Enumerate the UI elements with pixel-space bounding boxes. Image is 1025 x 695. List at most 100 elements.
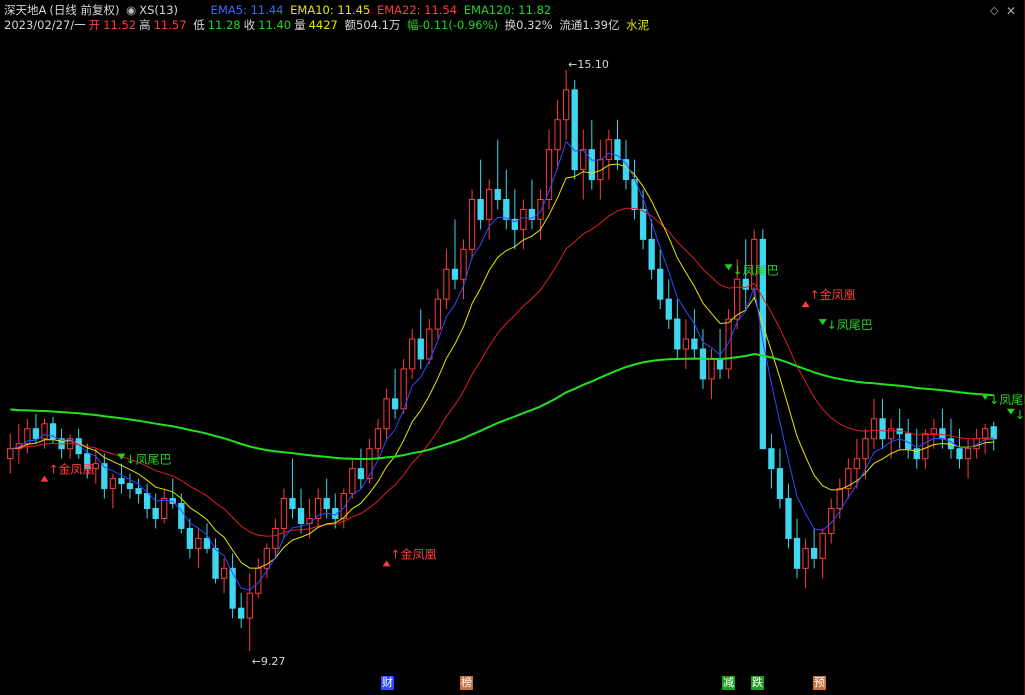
candle-up (349, 468, 356, 495)
indicator-name[interactable]: XS(13) (139, 3, 178, 17)
candle-down (793, 537, 801, 569)
forecast-badge[interactable]: 预 (813, 676, 826, 690)
candle-up (383, 398, 390, 430)
candle-down (391, 398, 399, 410)
candle-down (657, 268, 664, 300)
candle-up (246, 592, 253, 619)
candle-up (400, 368, 407, 410)
ranking-badge[interactable]: 榜 (460, 676, 473, 690)
candle-down (297, 508, 305, 524)
candle-up (930, 428, 938, 435)
candle-up (708, 358, 715, 380)
down-arrow-icon (724, 264, 733, 271)
finance-badge[interactable]: 财 (381, 676, 394, 690)
candle-up (853, 458, 861, 470)
candle-up (982, 428, 989, 440)
candle-down (776, 468, 784, 500)
max-price-label: ←15.10 (568, 58, 609, 71)
candle-down (622, 159, 630, 181)
close-label: 收 (243, 18, 256, 32)
candle-up (486, 189, 493, 220)
volume-value: 4427 (308, 18, 338, 32)
ema10-value: EMA10: 11.45 (290, 3, 371, 17)
candle-down (143, 493, 151, 510)
candle-down (186, 527, 194, 549)
candle-up (374, 428, 382, 450)
candle-up (819, 532, 826, 559)
drop-badge[interactable]: 跌 (751, 676, 764, 690)
sector-label[interactable]: 水泥 (626, 18, 649, 32)
candle-down (212, 547, 219, 579)
period-label[interactable]: (日线 前复权) (49, 3, 119, 17)
candle-down (152, 508, 159, 519)
candle-down (785, 498, 792, 539)
candle-down (178, 503, 185, 529)
up-arrow-icon (801, 301, 810, 308)
candle-up (443, 268, 450, 300)
candle-up (161, 498, 168, 519)
header-line-2: 2023/02/27/一开 11.52 高 11.57 低 11.28 收 11.40 量 44… (4, 18, 652, 32)
candle-down (879, 418, 886, 440)
candle-up (426, 328, 433, 360)
candle-down (503, 198, 510, 220)
candle-down (648, 238, 655, 270)
candle-down (135, 488, 142, 495)
candle-down (699, 348, 707, 380)
close-icon[interactable]: ✕ (1006, 5, 1018, 17)
candle-down (118, 478, 125, 485)
open-value: 11.52 (103, 18, 137, 32)
close-value: 11.40 (258, 18, 292, 32)
down-arrow-icon (981, 393, 990, 400)
candle-down (674, 318, 681, 350)
candle-up (7, 448, 14, 460)
candle-down (238, 607, 245, 619)
candle-up (836, 488, 843, 510)
signal-label: ↓凤尾巴 (733, 263, 779, 277)
down-arrow-icon (818, 319, 827, 326)
candle-down (451, 268, 459, 280)
ema120-value: EMA120: 11.82 (463, 3, 552, 17)
candle-up (195, 537, 202, 549)
candle-up (280, 498, 288, 529)
diamond-icon[interactable]: ◇ (990, 5, 1002, 17)
candle-up (964, 448, 972, 460)
candle-up (306, 517, 313, 524)
dropdown-icon[interactable]: ◉ (126, 3, 136, 17)
candle-up (682, 338, 690, 350)
candle-down (588, 149, 595, 181)
candle-down (571, 89, 578, 171)
candle-down (32, 428, 40, 440)
candle-down (768, 448, 775, 470)
amount-value: 额504.1万 (344, 18, 401, 32)
candle-down (357, 468, 365, 480)
up-arrow-icon (382, 560, 391, 567)
candle-down (956, 448, 963, 460)
candle-up (366, 448, 373, 480)
candle-down (289, 498, 296, 510)
open-label: 开 (88, 18, 101, 32)
chart-frame: ←15.10←9.27↑金凤凰↓凤尾巴↑金凤凰↓凤尾巴↑金凤凰↓凤尾巴↓凤尾巴↓… (0, 0, 1025, 695)
candle-up (460, 248, 467, 280)
candle-up (605, 139, 613, 161)
high-value: 11.57 (153, 18, 187, 32)
header-line-1: 深天地A (日线 前复权) ◉ XS(13) EMA5: 11.44 EMA10: … (4, 3, 554, 17)
stock-name[interactable]: 深天地A (4, 3, 46, 17)
candle-down (126, 483, 134, 490)
candle-up (862, 438, 869, 460)
min-price-label: ←9.27 (252, 655, 286, 668)
ema120-line (10, 352, 994, 461)
candle-up (272, 527, 279, 549)
candle-down (810, 547, 818, 559)
candle-down (203, 537, 211, 549)
signal-label: ↓凤尾巴 (125, 453, 171, 467)
candle-down (477, 198, 484, 220)
low-label: 低 (193, 18, 205, 32)
change-value: 幅-0.11(-0.96%) (407, 18, 499, 32)
signal-label: ↑金凤凰 (48, 462, 94, 477)
reduce-badge[interactable]: 减 (722, 676, 735, 690)
candle-down (716, 358, 724, 370)
candle-up (220, 567, 228, 579)
candle-up (409, 338, 416, 370)
ema5-line (10, 140, 994, 591)
candlestick-chart: ←15.10←9.27↑金凤凰↓凤尾巴↑金凤凰↓凤尾巴↑金凤凰↓凤尾巴↓凤尾巴↓… (7, 58, 1025, 668)
